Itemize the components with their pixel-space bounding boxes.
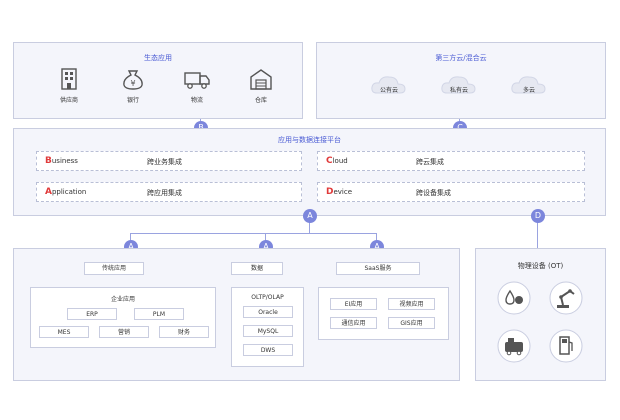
industrial-machine-icon	[497, 329, 531, 363]
saas-label: SaaS服务	[336, 262, 420, 275]
database-label: 数据	[231, 262, 283, 275]
eco-item-bank: ¥ 银行	[113, 67, 153, 104]
platform-row-key: Application	[45, 187, 86, 197]
enterprise-app-finance: 财务	[159, 326, 209, 338]
fuel-station-icon	[549, 329, 583, 363]
enterprise-app-erp: ERP	[67, 308, 117, 320]
saas-video: 视频应用	[388, 298, 435, 310]
platform-row-desc: 跨设备集成	[416, 189, 451, 197]
enterprise-app-marketing: 营销	[99, 326, 149, 338]
enterprise-app-title: 企业应用	[110, 296, 135, 303]
cloud-title: 第三方云/混合云	[435, 54, 487, 62]
platform-row-letter: C	[326, 156, 333, 166]
eco-item-supplier: 供应商	[49, 67, 89, 104]
eco-panel: 生态应用 供应商 ¥ 银行 物流 仓库	[13, 42, 303, 119]
eco-title: 生态应用	[144, 54, 172, 62]
connector-line-a-horizontal	[130, 233, 377, 234]
platform-row-letter: A	[45, 187, 52, 197]
database-group-title: OLTP/OLAP	[251, 294, 284, 301]
diagram-root: { "eco": { "title": "生态应用", "items": [ {…	[0, 0, 620, 420]
truck-icon	[184, 72, 210, 89]
enterprise-app-mes: MES	[39, 326, 89, 338]
platform-row-business: Business 跨业务集成	[36, 151, 302, 171]
svg-text:¥: ¥	[130, 79, 135, 88]
enterprise-app-group: 企业应用 ERP PLM MES 营销 财务	[30, 287, 216, 348]
platform-row-device: Device 跨设备集成	[317, 182, 585, 202]
platform-title: 应用与数据连接平台	[278, 136, 341, 144]
warehouse-icon	[250, 69, 272, 90]
platform-row-key: Device	[326, 187, 352, 197]
platform-row-desc: 跨应用集成	[147, 189, 182, 197]
connector-a-main: A	[303, 209, 317, 223]
database-mysql: MySQL	[243, 325, 293, 337]
saas-communication: 通信应用	[330, 317, 377, 329]
saas-gis: GIS应用	[388, 317, 435, 329]
building-icon	[61, 68, 77, 90]
eco-item-logistics: 物流	[177, 67, 217, 104]
platform-row-letter: B	[45, 156, 52, 166]
platform-row-key: Business	[45, 156, 78, 166]
saas-ei: EI应用	[330, 298, 377, 310]
cloud-item-public: 公有云	[369, 73, 409, 94]
platform-row-key: Cloud	[326, 156, 348, 166]
platform-panel: 应用与数据连接平台 Business 跨业务集成 Cloud 跨云集成 Appl…	[13, 128, 606, 216]
cloud-panel: 第三方云/混合云 公有云 私有云 多云	[316, 42, 606, 119]
platform-row-word: pplication	[51, 188, 87, 196]
platform-row-application: Application 跨应用集成	[36, 182, 302, 202]
platform-row-cloud: Cloud 跨云集成	[317, 151, 585, 171]
money-bag-icon: ¥	[123, 70, 143, 90]
database-oracle: Oracle	[243, 306, 293, 318]
platform-row-desc: 跨云集成	[416, 158, 444, 166]
platform-row-word: usiness	[51, 157, 78, 165]
platform-row-word: evice	[333, 188, 353, 196]
eco-item-label: 仓库	[254, 97, 267, 104]
water-drop-icon	[497, 281, 531, 315]
platform-row-word: loud	[332, 157, 348, 165]
saas-group: EI应用 视频应用 通信应用 GIS应用	[318, 287, 449, 340]
robot-arm-icon	[549, 281, 583, 315]
traditional-app-label: 传统应用	[84, 262, 144, 275]
platform-row-desc: 跨业务集成	[147, 158, 182, 166]
legacy-panel: 传统应用 企业应用 ERP PLM MES 营销 财务 数据 OLTP/OLAP…	[13, 248, 460, 381]
connector-d: D	[531, 209, 545, 223]
ot-panel: 物理设备 (OT)	[475, 248, 606, 381]
database-dws: DWS	[243, 344, 293, 356]
eco-item-warehouse: 仓库	[241, 67, 281, 104]
ot-title: 物理设备 (OT)	[517, 262, 564, 270]
database-group: OLTP/OLAP Oracle MySQL DWS	[231, 287, 304, 367]
cloud-item-multi: 多云	[509, 73, 549, 94]
eco-item-label: 物流	[190, 97, 203, 104]
enterprise-app-plm: PLM	[134, 308, 184, 320]
eco-item-label: 银行	[126, 97, 139, 104]
cloud-item-private: 私有云	[439, 73, 479, 94]
eco-item-label: 供应商	[59, 97, 78, 104]
